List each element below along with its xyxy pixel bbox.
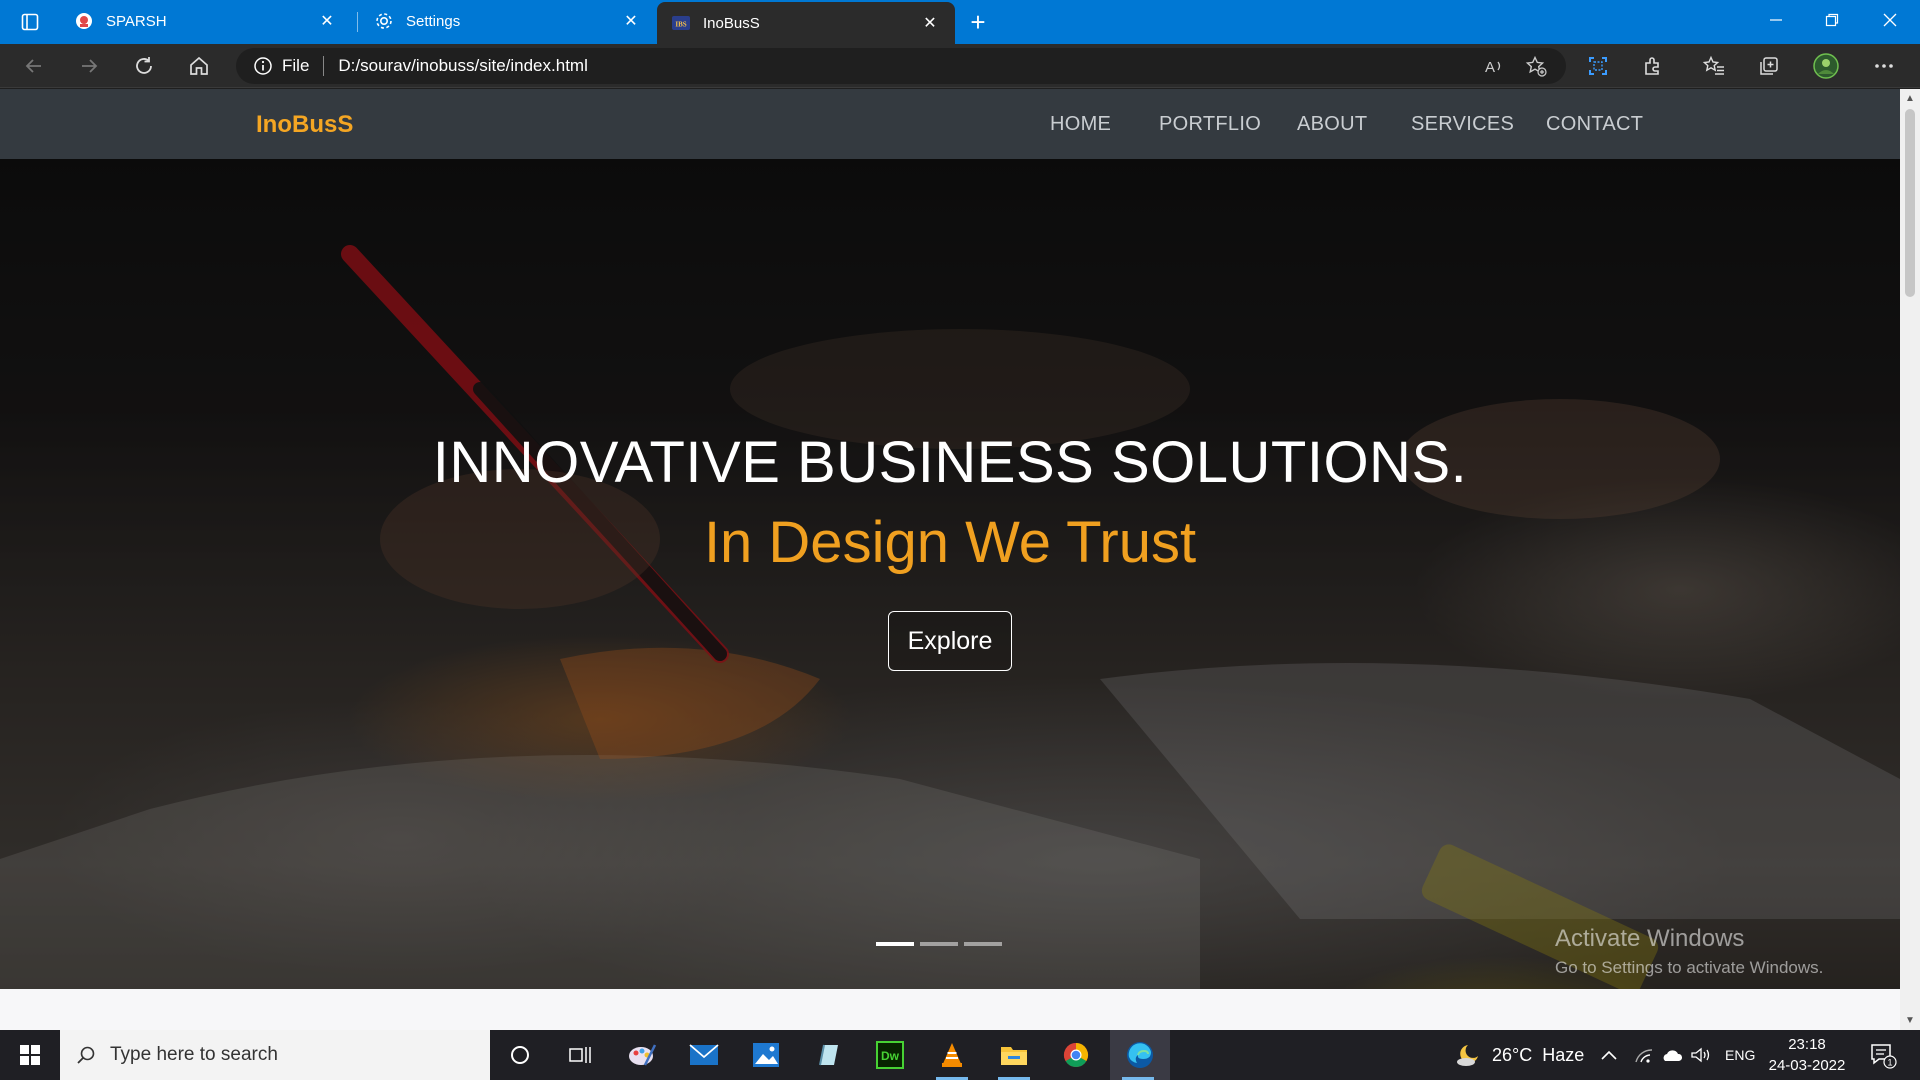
weather-text: 26°C Haze	[1492, 1044, 1585, 1065]
windows-taskbar: Type here to search Dw 26°C Haze ENG 23:…	[0, 1030, 1920, 1080]
photos-app-icon[interactable]	[738, 1030, 794, 1080]
onedrive-icon[interactable]	[1660, 1030, 1682, 1080]
file-explorer-icon[interactable]	[986, 1030, 1042, 1080]
search-icon	[76, 1045, 96, 1065]
weather-widget[interactable]: 26°C Haze	[1454, 1030, 1584, 1080]
notifications-icon[interactable]: 1	[1868, 1040, 1898, 1070]
carousel-indicator-1[interactable]	[876, 942, 914, 946]
back-icon[interactable]	[16, 50, 52, 82]
close-window-icon[interactable]	[1862, 0, 1918, 40]
moon-cloud-icon	[1454, 1042, 1482, 1068]
clock-time: 23:18	[1788, 1036, 1826, 1053]
minimize-icon[interactable]	[1748, 0, 1804, 40]
notepad-app-icon[interactable]	[800, 1030, 856, 1080]
carousel-indicator-3[interactable]	[964, 942, 1002, 946]
nav-contact[interactable]: CONTACT	[1546, 113, 1643, 136]
show-hidden-icons-icon[interactable]	[1600, 1030, 1618, 1080]
activation-watermark-text: Go to Settings to activate Windows.	[1555, 958, 1824, 977]
notification-count: 1	[1887, 1058, 1892, 1068]
svg-text:A: A	[1485, 59, 1495, 76]
close-tab-icon[interactable]: ✕	[919, 12, 941, 34]
sparsh-icon	[74, 11, 94, 31]
profile-avatar[interactable]	[1808, 50, 1844, 82]
more-options-icon[interactable]	[1866, 50, 1902, 82]
tab-inobuss[interactable]: IBS InoBusS ✕	[657, 2, 955, 44]
windows-start-icon[interactable]	[0, 1030, 60, 1080]
activation-watermark-title: Activate Windows	[1555, 925, 1745, 952]
svg-text:IBS: IBS	[675, 21, 686, 29]
extensions-icon[interactable]	[1635, 50, 1671, 82]
favorites-icon[interactable]	[1696, 50, 1732, 82]
svg-text:Dw: Dw	[881, 1049, 900, 1063]
tab-title: InoBusS	[703, 14, 760, 32]
edge-app-icon[interactable]	[1110, 1030, 1170, 1080]
ibs-icon: IBS	[671, 13, 691, 33]
explore-button[interactable]: Explore	[888, 611, 1012, 671]
browser-toolbar: File D:/sourav/inobuss/site/index.html A	[0, 44, 1920, 88]
scroll-up-icon[interactable]: ▲	[1905, 93, 1915, 104]
add-favorite-icon[interactable]	[1520, 54, 1552, 78]
tab-title: Settings	[406, 12, 461, 30]
chrome-app-icon[interactable]	[1048, 1030, 1104, 1080]
page-viewport: InoBusS HOME PORTFLIO ABOUT SERVICES CON…	[0, 89, 1900, 1030]
close-tab-icon[interactable]: ✕	[316, 10, 338, 32]
address-scheme: File	[282, 56, 310, 75]
taskbar-search-input[interactable]: Type here to search	[60, 1030, 490, 1080]
nav-services[interactable]: SERVICES	[1411, 113, 1514, 136]
gear-icon	[374, 11, 394, 31]
hero-subtitle: In Design We Trust	[703, 510, 1197, 575]
search-placeholder: Type here to search	[110, 1044, 278, 1065]
dreamweaver-app-icon[interactable]: Dw	[862, 1030, 918, 1080]
scroll-thumb[interactable]	[1905, 109, 1915, 297]
address-divider	[323, 56, 325, 76]
carousel-indicator-2[interactable]	[920, 942, 958, 946]
home-icon[interactable]	[181, 50, 217, 82]
read-aloud-icon[interactable]: A	[1478, 54, 1510, 78]
nav-home[interactable]: HOME	[1050, 113, 1111, 136]
nav-portfolio[interactable]: PORTFLIO	[1159, 113, 1261, 136]
collections-icon[interactable]	[1751, 50, 1787, 82]
clock-date: 24-03-2022	[1768, 1057, 1846, 1074]
tab-sparsh[interactable]: SPARSH ✕	[60, 2, 352, 40]
hero-carousel: INNOVATIVE BUSINESS SOLUTIONS. In Design…	[0, 159, 1900, 989]
address-url[interactable]: D:/sourav/inobuss/site/index.html	[338, 56, 587, 76]
tab-separator	[357, 12, 358, 32]
task-view-icon[interactable]	[552, 1030, 608, 1080]
restore-icon[interactable]	[1804, 0, 1860, 40]
hero-title: INNOVATIVE BUSINESS SOLUTIONS.	[432, 430, 1468, 495]
taskbar-clock[interactable]: 23:18 24-03-2022	[1762, 1034, 1852, 1076]
tab-actions-icon[interactable]	[10, 6, 50, 38]
volume-icon[interactable]	[1690, 1030, 1712, 1080]
close-tab-icon[interactable]: ✕	[620, 10, 642, 32]
tab-title: SPARSH	[106, 12, 167, 30]
address-bar[interactable]: File D:/sourav/inobuss/site/index.html A	[236, 48, 1566, 84]
info-icon[interactable]	[252, 55, 274, 77]
tab-settings[interactable]: Settings ✕	[360, 2, 656, 40]
mail-app-icon[interactable]	[676, 1030, 732, 1080]
tab-strip: SPARSH ✕ Settings ✕ IBS InoBusS ✕ +	[0, 0, 1920, 44]
new-tab-button[interactable]: +	[962, 6, 994, 38]
nav-about[interactable]: ABOUT	[1297, 113, 1367, 136]
vlc-app-icon[interactable]	[924, 1030, 980, 1080]
site-navbar: InoBusS HOME PORTFLIO ABOUT SERVICES CON…	[0, 89, 1900, 159]
refresh-icon[interactable]	[126, 50, 162, 82]
paint-app-icon[interactable]	[614, 1030, 670, 1080]
network-icon[interactable]	[1634, 1030, 1654, 1080]
scroll-down-icon[interactable]: ▼	[1905, 1015, 1915, 1026]
site-brand[interactable]: InoBusS	[256, 111, 353, 139]
language-indicator[interactable]: ENG	[1725, 1030, 1755, 1080]
forward-icon[interactable]	[71, 50, 107, 82]
page-scrollbar[interactable]: ▲ ▼	[1900, 89, 1920, 1030]
screenshot-icon[interactable]	[1580, 50, 1616, 82]
cortana-icon[interactable]	[492, 1030, 548, 1080]
